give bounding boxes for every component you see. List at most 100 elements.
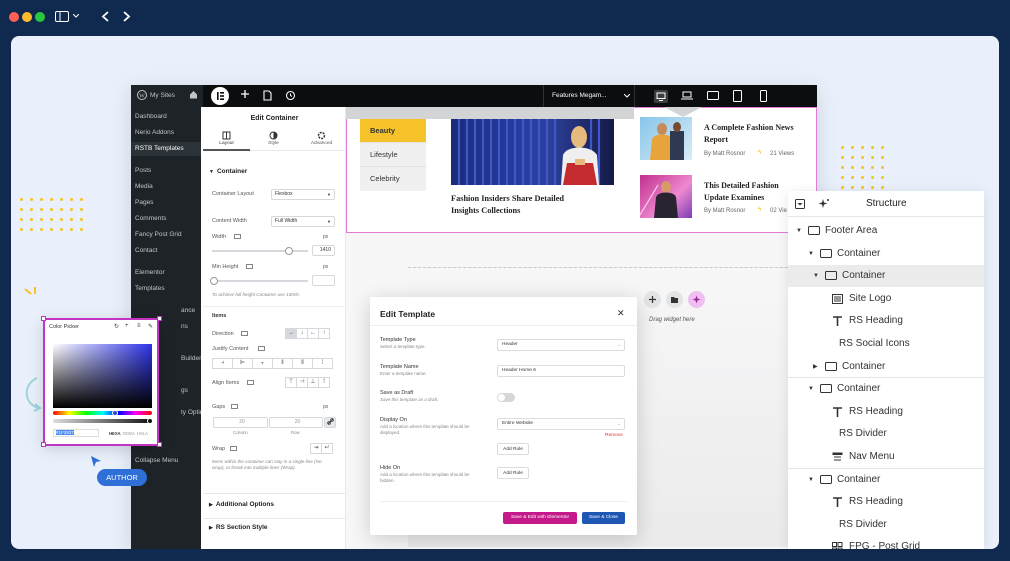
wp-menu-item[interactable]: Dashboard (131, 110, 201, 124)
forward-arrow-icon[interactable] (123, 11, 131, 22)
justify-space-around-button[interactable]: ⦀ (292, 358, 313, 369)
wp-menu-item[interactable]: RSTB Templates (131, 142, 201, 156)
post-thumbnail-2[interactable] (640, 175, 692, 218)
wp-menu-item[interactable]: ance (131, 304, 201, 318)
display-on-select[interactable]: Entire Website ⌄ (497, 418, 625, 430)
ai-sparkle-icon[interactable] (818, 198, 830, 210)
minimize-window-button[interactable] (22, 12, 32, 22)
saturation-area[interactable] (53, 344, 152, 408)
chevron-down-icon[interactable] (73, 14, 79, 18)
desktop-icon[interactable] (654, 90, 668, 103)
featured-post-headline[interactable]: Fashion Insiders Share Detailed Insights… (451, 193, 591, 217)
menu-icon[interactable]: ≡ (137, 323, 141, 329)
post-1-author[interactable]: By Matt Rosnor (704, 151, 745, 157)
caret-down-icon[interactable]: ▼ (796, 220, 802, 242)
min-height-input[interactable] (312, 275, 335, 286)
justify-space-between-button[interactable]: ‖ (272, 358, 293, 369)
tablet-landscape-icon[interactable] (707, 91, 719, 100)
elementor-logo-button[interactable] (211, 87, 229, 105)
desktop-icon[interactable] (234, 234, 241, 240)
maximize-window-button[interactable] (35, 12, 45, 22)
structure-row[interactable]: RS Divider (788, 514, 984, 536)
hue-slider-handle[interactable] (112, 410, 118, 416)
width-slider[interactable] (212, 247, 308, 255)
add-display-rule-button[interactable]: Add Rule (497, 443, 529, 455)
hex-input[interactable]: #1F2937 (53, 429, 99, 437)
structure-row[interactable]: ▼ Container (788, 243, 984, 265)
gap-column-input[interactable]: 20 (213, 417, 268, 428)
home-icon[interactable] (189, 90, 198, 99)
width-input[interactable]: 1410 (312, 245, 335, 256)
caret-right-icon[interactable]: ▶ (813, 356, 818, 378)
template-type-select[interactable]: Header ⌄ (497, 339, 625, 351)
desktop-icon[interactable] (231, 404, 238, 410)
gap-row-input[interactable]: 20 (269, 417, 323, 428)
structure-row[interactable]: Nav Menu (788, 446, 984, 468)
add-template-button[interactable] (666, 291, 683, 308)
link-values-button[interactable] (324, 417, 336, 428)
post-thumbnail-1[interactable] (640, 117, 692, 160)
back-arrow-icon[interactable] (101, 11, 109, 22)
caret-down-icon[interactable]: ▼ (813, 265, 819, 287)
content-width-select[interactable]: Full Width ▼ (271, 216, 335, 227)
document-icon[interactable] (263, 90, 272, 101)
mode-hexa[interactable]: HEXA (109, 431, 121, 436)
additional-options-section[interactable]: ▶ Additional Options (209, 501, 274, 508)
min-height-slider[interactable] (210, 277, 308, 285)
structure-row[interactable]: RS Heading (788, 310, 984, 332)
wp-menu-item[interactable]: Nerio Addons (131, 126, 201, 140)
width-unit[interactable]: px (323, 234, 328, 240)
rs-section-style-section[interactable]: ▶ RS Section Style (209, 524, 268, 531)
resize-handle[interactable] (157, 316, 162, 321)
menu-item-lifestyle[interactable]: Lifestyle (360, 143, 426, 167)
eyedropper-icon[interactable]: ✎ (148, 323, 153, 330)
caret-down-icon[interactable]: ▼ (808, 378, 814, 400)
container-layout-select[interactable]: Flexbox ▼ (271, 189, 335, 200)
hue-slider[interactable] (53, 410, 152, 416)
menu-item-beauty[interactable]: Beauty (360, 119, 426, 143)
close-window-button[interactable] (9, 12, 19, 22)
min-height-slider-handle[interactable] (210, 277, 218, 285)
caret-down-icon[interactable]: ▼ (808, 469, 814, 491)
tab-style[interactable]: Style (250, 129, 297, 151)
structure-row[interactable]: ▼ Container (788, 265, 984, 288)
structure-row[interactable]: Site Logo (788, 288, 984, 310)
my-sites-link[interactable]: My Sites (150, 92, 175, 99)
mode-rgba[interactable]: RGBA (123, 431, 135, 436)
template-name-input[interactable]: Header Home 6 (497, 365, 625, 377)
wp-menu-item[interactable]: Pages (131, 196, 201, 210)
desktop-icon[interactable] (241, 331, 248, 337)
desktop-icon[interactable] (247, 380, 254, 386)
history-icon[interactable] (285, 90, 296, 101)
justify-center-button[interactable]: ⊫ (232, 358, 253, 369)
structure-row[interactable]: ▶ Container (788, 356, 984, 378)
mobile-icon[interactable] (760, 90, 767, 102)
reset-icon[interactable]: ↻ (114, 323, 119, 330)
add-section-button[interactable] (644, 291, 661, 308)
tab-advanced[interactable]: Advanced (297, 129, 346, 151)
structure-row[interactable]: RS Heading (788, 491, 984, 513)
add-hide-rule-button[interactable]: Add Rule (497, 467, 529, 479)
ai-sparkle-button[interactable] (688, 291, 705, 308)
wp-menu-item[interactable]: Elementor (131, 266, 201, 280)
desktop-icon[interactable] (246, 264, 253, 270)
caret-down-icon[interactable]: ▼ (808, 243, 814, 265)
resize-handle[interactable] (41, 316, 46, 321)
wp-menu-item[interactable]: Contact (131, 244, 201, 258)
structure-row[interactable]: RS Social Icons (788, 333, 984, 355)
featured-post-image[interactable] (451, 119, 614, 185)
tab-layout[interactable]: Layout (203, 129, 250, 151)
wrap-button[interactable]: ↵ (321, 443, 333, 454)
min-height-unit[interactable]: px (323, 264, 328, 270)
gaps-unit[interactable]: px (323, 404, 328, 410)
plus-icon[interactable] (240, 89, 250, 99)
wp-menu-item[interactable]: Templates (131, 282, 201, 296)
sidebar-toggle-icon[interactable] (55, 11, 69, 22)
justify-space-evenly-button[interactable]: ⁞ (312, 358, 333, 369)
structure-row[interactable]: RS Divider (788, 423, 984, 445)
mode-hsla[interactable]: HSLA (137, 431, 148, 436)
resize-handle[interactable] (157, 442, 162, 447)
save-and-close-button[interactable]: Save & Close (582, 512, 625, 524)
dropdown-square-icon[interactable] (795, 199, 805, 209)
save-and-edit-button[interactable]: Save & Edit with Elementor (503, 512, 577, 524)
